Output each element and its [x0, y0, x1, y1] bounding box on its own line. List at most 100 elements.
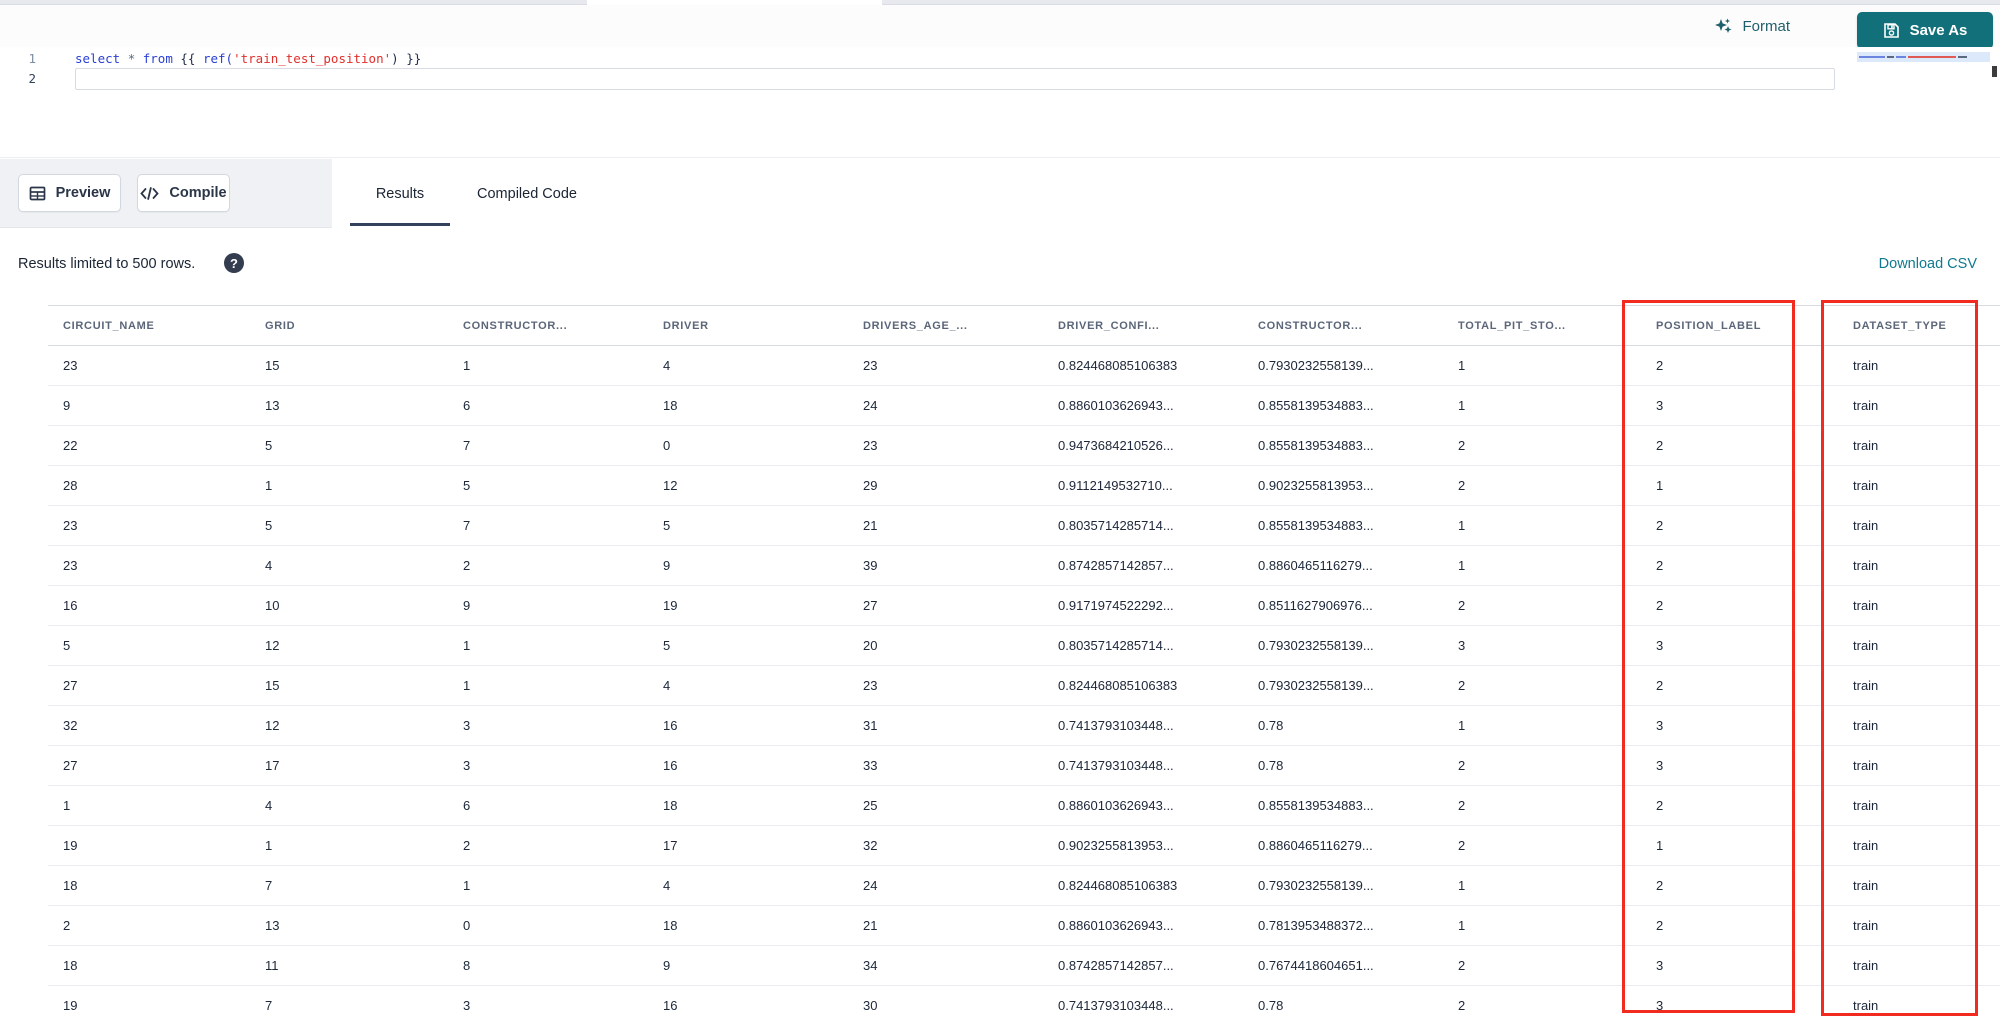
- table-cell: 1: [1458, 358, 1466, 373]
- table-cell: 2: [1656, 558, 1664, 573]
- table-cell: 0.8860103626943...: [1058, 398, 1174, 413]
- table-cell: 16: [663, 998, 678, 1013]
- format-label: Format: [1742, 18, 1790, 35]
- table-cell: 1: [1458, 918, 1466, 933]
- table-cell: 3: [1656, 398, 1664, 413]
- table-cell: 31: [863, 718, 878, 733]
- table-grid-icon: [29, 185, 46, 202]
- table-cell: 34: [863, 958, 878, 973]
- table-cell: 2: [1656, 518, 1664, 533]
- table-cell: train: [1853, 918, 1879, 933]
- current-line-highlight[interactable]: [75, 68, 1835, 90]
- table-cell: 0: [663, 438, 671, 453]
- table-cell: 0.7413793103448...: [1058, 998, 1174, 1013]
- table-cell: 10: [265, 598, 280, 613]
- line-number-2: 2: [28, 71, 36, 86]
- table-cell: 3: [1656, 638, 1664, 653]
- preview-label: Preview: [55, 185, 111, 201]
- table-cell: 2: [1656, 918, 1664, 933]
- table-cell: 5: [265, 438, 273, 453]
- minimap-segment: [1908, 56, 1956, 58]
- table-row: 2 13 0 18 21 0.8860103626943... 0.781395348837…: [48, 906, 2000, 946]
- tab-compiled-code[interactable]: Compiled Code: [462, 159, 592, 228]
- table-cell: 21: [863, 918, 878, 933]
- table-cell: 3: [463, 758, 471, 773]
- table-cell: 4: [663, 878, 671, 893]
- table-cell: 17: [663, 838, 678, 853]
- table-cell: 18: [63, 878, 78, 893]
- ref-function: ref(: [202, 51, 234, 66]
- compile-button[interactable]: Compile: [137, 174, 230, 212]
- format-button[interactable]: Format: [1714, 17, 1790, 36]
- table-cell: 0.9023255813953...: [1058, 838, 1174, 853]
- table-cell: 19: [63, 838, 78, 853]
- table-cell: 5: [663, 638, 671, 653]
- table-cell: 23: [863, 678, 878, 693]
- table-cell: 18: [663, 918, 678, 933]
- table-row: 19 7 3 16 30 0.7413793103448... 0.78 2 3 train: [48, 986, 2000, 1020]
- table-cell: 0.824468085106383: [1058, 678, 1178, 693]
- table-cell: train: [1853, 558, 1879, 573]
- table-cell: 4: [663, 358, 671, 373]
- table-cell: 7: [463, 518, 471, 533]
- table-cell: 2: [1656, 878, 1664, 893]
- table-cell: 32: [863, 838, 878, 853]
- table-cell: 0.7930232558139...: [1258, 638, 1374, 653]
- table-cell: 9: [663, 958, 671, 973]
- table-cell: train: [1853, 718, 1879, 733]
- table-cell: 0.7413793103448...: [1058, 718, 1174, 733]
- table-cell: 0.8742857142857...: [1058, 558, 1174, 573]
- save-as-button[interactable]: Save As: [1857, 12, 1993, 49]
- table-cell: 13: [265, 398, 280, 413]
- table-cell: 24: [863, 398, 878, 413]
- table-cell: 5: [265, 518, 273, 533]
- table-cell: 0.824468085106383: [1058, 878, 1178, 893]
- table-cell: 27: [63, 678, 78, 693]
- editor-minimap[interactable]: [1857, 50, 1990, 90]
- table-cell: 22: [63, 438, 78, 453]
- preview-button[interactable]: Preview: [18, 174, 121, 212]
- code-editor[interactable]: 1 2 select * from {{ ref('train_test_pos…: [0, 47, 2000, 158]
- table-cell: 1: [1458, 878, 1466, 893]
- table-cell: 1: [63, 798, 71, 813]
- jinja-close: ) }}: [391, 51, 422, 66]
- table-cell: 0.8860465116279...: [1258, 558, 1373, 573]
- table-row: 28 1 5 12 29 0.9112149532710... 0.902325581395…: [48, 466, 2000, 506]
- table-cell: 3: [1656, 998, 1664, 1013]
- minimap-code-line: [1857, 52, 1990, 62]
- table-cell: 2: [1458, 598, 1466, 613]
- column-header: DRIVER_CONFI...: [1058, 319, 1160, 332]
- table-cell: 0.7674418604651...: [1258, 958, 1374, 973]
- table-cell: 7: [265, 998, 273, 1013]
- table-cell: train: [1853, 478, 1879, 493]
- table-cell: 4: [265, 558, 273, 573]
- table-cell: 15: [265, 358, 280, 373]
- table-cell: 0.7930232558139...: [1258, 878, 1374, 893]
- column-header: CONSTRUCTOR...: [1258, 319, 1363, 332]
- download-csv-link[interactable]: Download CSV: [1879, 256, 1977, 272]
- tab-results[interactable]: Results: [350, 159, 450, 228]
- table-cell: 33: [863, 758, 878, 773]
- scrollbar-thumb[interactable]: [1992, 66, 1997, 77]
- table-row: 32 12 3 16 31 0.7413793103448... 0.78 1 3 train: [48, 706, 2000, 746]
- table-cell: 3: [1656, 718, 1664, 733]
- table-cell: 6: [463, 798, 471, 813]
- table-cell: 0.7930232558139...: [1258, 358, 1374, 373]
- table-row: 5 12 1 5 20 0.8035714285714... 0.7930232558139…: [48, 626, 2000, 666]
- sql-string: 'train_test_position': [233, 51, 392, 66]
- table-cell: 3: [463, 718, 471, 733]
- table-cell: 23: [863, 358, 878, 373]
- table-cell: 1: [463, 638, 471, 653]
- table-cell: 1: [463, 878, 471, 893]
- table-cell: 12: [265, 718, 280, 733]
- table-cell: 0.8035714285714...: [1058, 518, 1174, 533]
- table-cell: 23: [863, 438, 878, 453]
- table-cell: 28: [63, 478, 78, 493]
- table-cell: 0.78: [1258, 758, 1284, 773]
- table-cell: 0.9171974522292...: [1058, 598, 1174, 613]
- table-cell: 0.7413793103448...: [1058, 758, 1174, 773]
- column-header: GRID: [265, 319, 296, 332]
- table-cell: 16: [63, 598, 78, 613]
- help-icon[interactable]: ?: [224, 253, 244, 273]
- table-cell: 11: [265, 958, 279, 973]
